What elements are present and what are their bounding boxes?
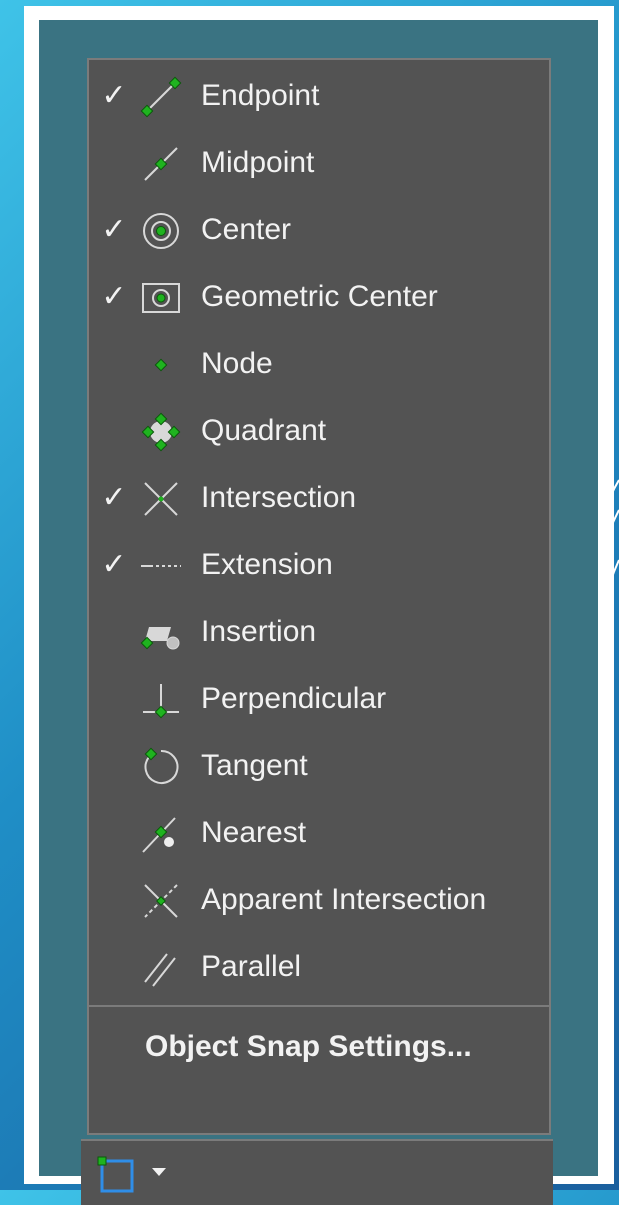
menu-item-endpoint[interactable]: ✓ Endpoint: [89, 62, 549, 129]
quadrant-icon: [141, 412, 181, 452]
screenshot-frame: Object Snap Settings... ✓ Endpoint Midpoin…: [24, 6, 614, 1205]
extension-icon: [141, 565, 181, 567]
menu-item-label: Nearest: [201, 816, 307, 849]
menu-item-node[interactable]: Node: [89, 330, 549, 397]
menu-item-parallel[interactable]: Parallel: [89, 933, 549, 1000]
menu-item-label: Node: [201, 347, 273, 380]
object-snap-menu: Object Snap Settings... ✓ Endpoint Midpoin…: [87, 58, 551, 1135]
apparent-intersection-icon: [144, 884, 178, 918]
checkmark-icon: ✓: [101, 548, 127, 581]
menu-item-label: Quadrant: [201, 414, 327, 447]
menu-item-nearest[interactable]: Nearest: [89, 799, 549, 866]
menu-item-label: Center: [201, 213, 292, 246]
insertion-icon: [140, 627, 180, 650]
perpendicular-icon: [143, 684, 179, 719]
checkmark-icon: ✓: [101, 481, 127, 514]
menu-item-extension[interactable]: ✓ Extension: [89, 531, 549, 598]
menu-item-label: Extension: [201, 548, 333, 581]
toolbar-panel: Object Snap Settings... ✓ Endpoint Midpoin…: [39, 20, 598, 1205]
menu-item-perpendicular[interactable]: Perpendicular: [89, 665, 549, 732]
menu-item-label: Parallel: [201, 950, 302, 983]
intersection-icon: [144, 482, 178, 516]
center-icon: [143, 213, 179, 249]
parallel-icon: [144, 953, 176, 987]
geometric-center-icon: [142, 283, 180, 313]
dropdown-arrow-icon[interactable]: [151, 1167, 167, 1177]
checkmark-icon: ✓: [101, 280, 127, 313]
menu-item-label: Geometric Center: [201, 280, 438, 313]
menu-item-insertion[interactable]: Insertion: [89, 598, 549, 665]
tangent-icon: [144, 747, 179, 784]
menu-item-intersection[interactable]: ✓ Intersection: [89, 464, 549, 531]
menu-item-center[interactable]: ✓ Center: [89, 196, 549, 263]
menu-item-label: Perpendicular: [201, 682, 387, 715]
menu-item-label: Apparent Intersection: [201, 883, 487, 916]
object-snap-settings-label: Object Snap Settings...: [145, 1030, 472, 1063]
menu-item-tangent[interactable]: Tangent: [89, 732, 549, 799]
menu-item-label: Insertion: [201, 615, 317, 648]
endpoint-icon: [140, 76, 182, 118]
menu-item-quadrant[interactable]: Quadrant: [89, 397, 549, 464]
menu-item-label: Tangent: [201, 749, 308, 782]
object-snap-settings-item[interactable]: Object Snap Settings...: [89, 1007, 549, 1127]
midpoint-icon: [144, 147, 178, 181]
menu-item-apparent-intersection[interactable]: Apparent Intersection: [89, 866, 549, 933]
checkmark-icon: ✓: [101, 79, 127, 112]
nearest-icon: [142, 817, 176, 853]
menu-item-geometric-center[interactable]: ✓ Geometric Center: [89, 263, 549, 330]
object-snap-icon[interactable]: [97, 1155, 139, 1197]
menu-item-label: Midpoint: [201, 146, 315, 179]
node-icon: [154, 358, 168, 372]
checkmark-icon: ✓: [101, 213, 127, 246]
status-bar: [81, 1139, 553, 1205]
menu-item-midpoint[interactable]: Midpoint: [89, 129, 549, 196]
menu-item-label: Endpoint: [201, 79, 320, 112]
menu-item-label: Intersection: [201, 481, 357, 514]
